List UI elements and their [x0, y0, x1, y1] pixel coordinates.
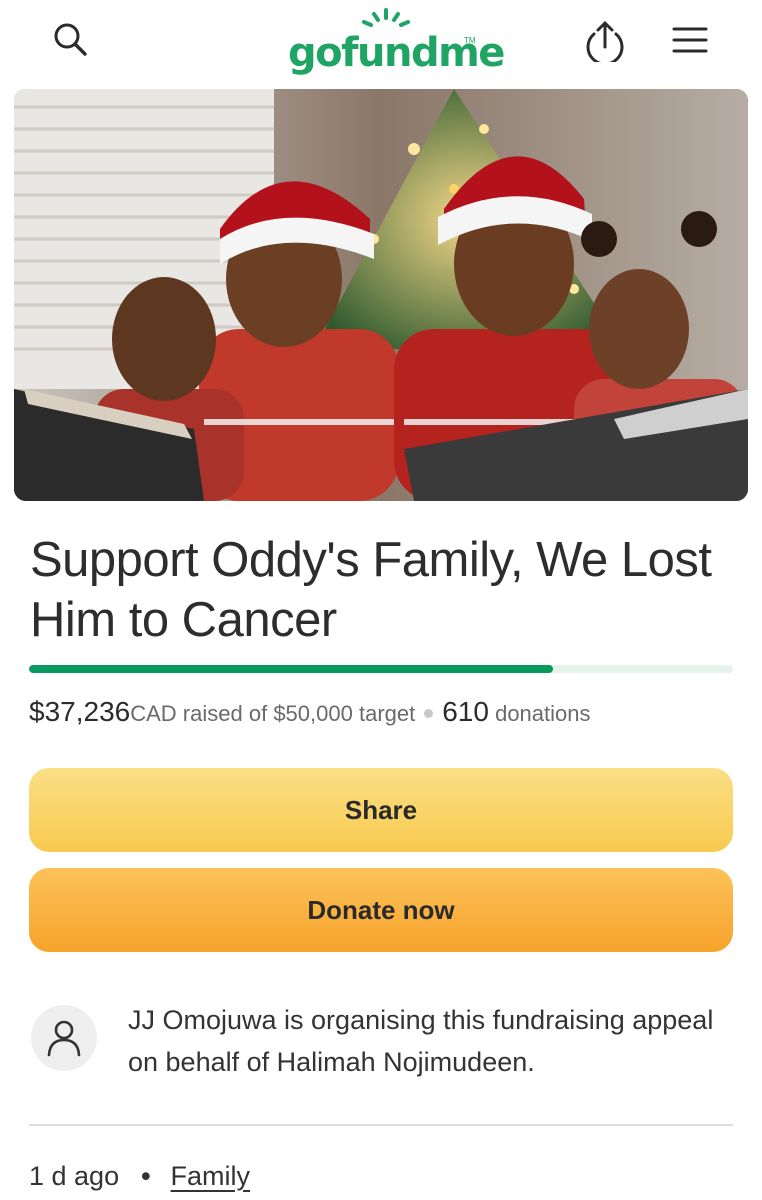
- target-label: target: [358, 701, 416, 726]
- campaign-title: Support Oddy's Family, We Lost Him to Ca…: [30, 533, 712, 647]
- raised-of-label: raised of: [182, 701, 268, 726]
- share-button-label: Share: [344, 794, 418, 825]
- fundraising-progress-bar: [29, 665, 733, 673]
- search-button[interactable]: [48, 18, 92, 62]
- share-button[interactable]: Share: [29, 768, 733, 852]
- avatar[interactable]: [31, 1005, 97, 1071]
- donation-count: 610: [442, 696, 489, 727]
- fundraising-stats: $37,236CAD raised of $50,000 target 610 d…: [29, 694, 591, 732]
- donations-label: donations: [495, 701, 591, 726]
- meta-separator: •: [141, 1161, 151, 1191]
- top-navigation-bar: gofundme TM: [0, 0, 762, 86]
- gofundme-logo[interactable]: gofundme TM: [282, 6, 505, 76]
- logo-trademark: TM: [464, 36, 476, 45]
- donate-now-button[interactable]: Donate now: [29, 868, 733, 952]
- amount-raised: $37,236: [29, 696, 131, 727]
- section-divider: [29, 1124, 733, 1126]
- category-link[interactable]: Family: [171, 1161, 251, 1191]
- menu-button[interactable]: [668, 18, 712, 62]
- user-icon: [47, 1020, 81, 1057]
- organiser-info: JJ Omojuwa is organising this fundraisin…: [29, 1000, 733, 1090]
- progress-fill: [29, 665, 554, 673]
- target-amount: $50,000: [273, 701, 353, 726]
- organiser-text: JJ Omojuwa is organising this fundraisin…: [128, 1005, 714, 1077]
- share-icon: [586, 21, 624, 62]
- separator-dot: [424, 709, 434, 719]
- campaign-cover-photo: [14, 89, 748, 501]
- campaign-meta: 1 d ago • Family: [29, 1156, 250, 1196]
- share-header-button[interactable]: [582, 16, 628, 64]
- sun-burst-icon: [362, 8, 410, 27]
- menu-icon: [672, 27, 708, 53]
- search-icon: [54, 23, 87, 56]
- donate-button-label: Donate now: [307, 894, 455, 925]
- currency-code: CAD: [130, 701, 177, 726]
- created-age: 1 d ago: [29, 1161, 120, 1191]
